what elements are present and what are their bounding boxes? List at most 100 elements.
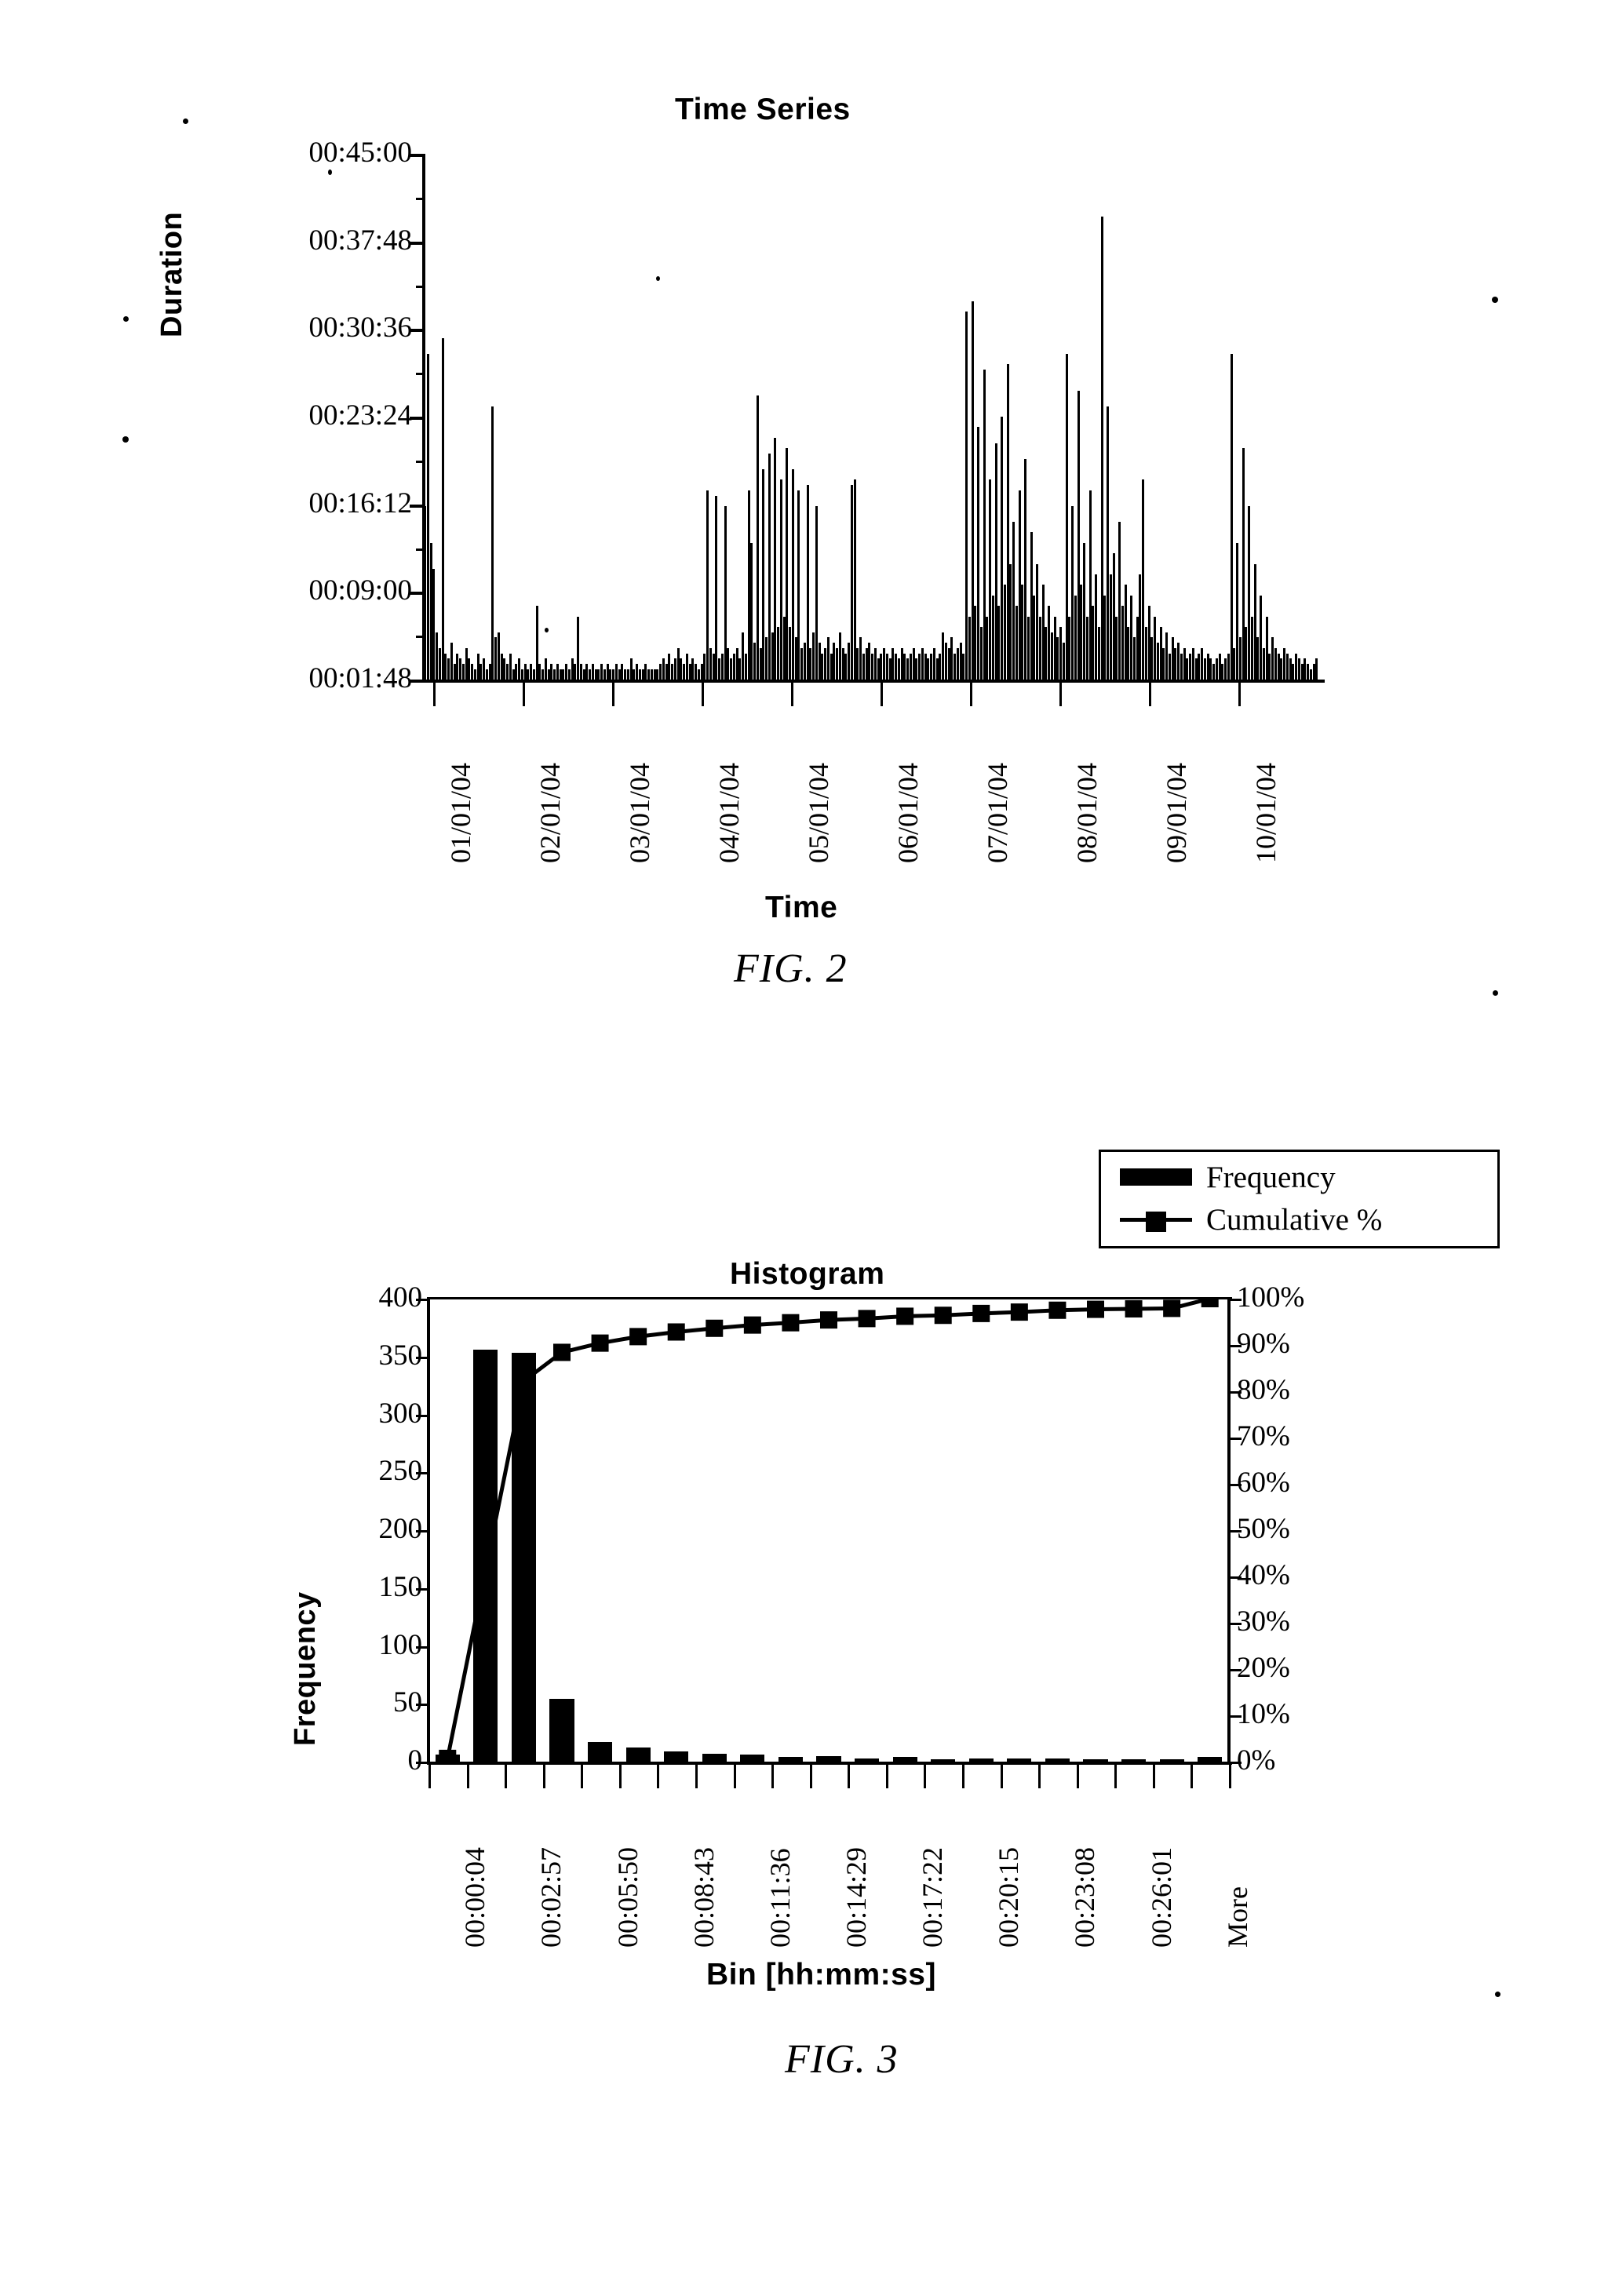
- y-right-tick-label: 80%: [1237, 1374, 1290, 1406]
- time-series-bar: [1256, 637, 1260, 680]
- scan-speck: [545, 628, 549, 632]
- time-series-bar: [582, 669, 585, 680]
- scan-speck: [1493, 990, 1498, 996]
- time-series-bar: [956, 647, 959, 680]
- time-series-bar: [606, 663, 609, 680]
- time-series-bar: [497, 632, 500, 680]
- cumulative-marker: [553, 1343, 571, 1361]
- time-series-bar: [935, 658, 939, 680]
- x-tick-mark: [1152, 1765, 1155, 1788]
- x-tick-mark: [1229, 1765, 1231, 1788]
- time-series-bar: [826, 637, 830, 680]
- time-series-bar: [473, 669, 476, 680]
- cumulative-marker: [667, 1323, 685, 1341]
- time-series-bar: [727, 647, 730, 680]
- time-series-bar: [1103, 595, 1107, 680]
- time-series-bar: [1077, 390, 1080, 680]
- chart-title-time-series: Time Series: [675, 93, 851, 126]
- figure-caption-2: FIG. 2: [734, 946, 848, 991]
- x-tick-label: 08/01/04: [1070, 762, 1103, 863]
- time-series-bar: [1062, 643, 1065, 680]
- time-series-bar: [1124, 585, 1127, 680]
- scan-speck: [122, 436, 129, 443]
- time-series-bar: [800, 647, 804, 680]
- y-left-tick-label: 50: [393, 1686, 422, 1719]
- scan-speck: [123, 316, 129, 322]
- time-series-bar: [715, 495, 718, 680]
- time-series-bar: [535, 606, 538, 680]
- time-series-bar: [695, 663, 698, 680]
- y-right-tick-mark: [1229, 1715, 1242, 1718]
- time-series-bar: [1186, 658, 1189, 680]
- time-series-bar: [1168, 653, 1171, 680]
- time-series-bar: [1250, 616, 1253, 680]
- cumulative-marker: [972, 1304, 990, 1322]
- time-series-bar: [747, 490, 750, 680]
- y-right-tick-label: 70%: [1237, 1420, 1290, 1452]
- histogram-bar: [1198, 1757, 1223, 1762]
- time-series-bar: [768, 453, 771, 680]
- time-series-bar: [603, 669, 606, 680]
- time-series-bar: [1206, 653, 1209, 680]
- time-series-bar: [735, 647, 738, 680]
- time-series-bar: [1142, 479, 1145, 680]
- time-series-bar: [906, 658, 910, 680]
- y-left-tick-mark: [416, 1299, 428, 1301]
- plot-area-time-series: [424, 154, 1318, 680]
- x-axis-label-bin: Bin [hh:mm:ss]: [706, 1958, 936, 1992]
- y-left-tick-mark: [416, 1704, 428, 1707]
- y-left-tick-label: 150: [378, 1570, 423, 1603]
- time-series-bar: [671, 663, 674, 680]
- time-series-bar: [818, 643, 821, 680]
- time-series-bar: [683, 663, 686, 680]
- time-series-bar: [612, 669, 615, 680]
- x-tick-label: 00:20:15: [993, 1846, 1025, 1948]
- histogram-bar: [1159, 1759, 1184, 1762]
- time-series-bar: [553, 669, 556, 680]
- time-series-bar: [724, 505, 727, 680]
- time-series-bar: [523, 663, 527, 680]
- histogram-bar: [816, 1755, 841, 1762]
- x-tick-mark: [581, 1765, 584, 1788]
- y-tick-mark: [410, 329, 424, 333]
- y-tick-label: 00:01:48: [308, 662, 412, 694]
- time-series-bar: [932, 647, 935, 680]
- y-right-tick-label: 90%: [1237, 1328, 1290, 1360]
- time-series-bar: [485, 669, 488, 680]
- x-tick-label: 00:00:04: [459, 1846, 491, 1948]
- time-series-bar: [888, 658, 892, 680]
- time-series-bar: [509, 653, 512, 680]
- time-series-bar: [1026, 616, 1030, 680]
- time-series-bar: [1224, 658, 1227, 680]
- histogram-bar: [549, 1699, 574, 1762]
- time-series-bar: [838, 632, 841, 680]
- time-series-bar: [697, 669, 700, 680]
- cumulative-marker: [1163, 1299, 1181, 1317]
- time-series-bar: [912, 647, 915, 680]
- x-tick-mark: [1038, 1765, 1041, 1788]
- x-tick-mark: [618, 1765, 622, 1788]
- time-series-bar: [897, 658, 900, 680]
- time-series-bar: [791, 469, 794, 680]
- time-series-bar: [944, 643, 947, 680]
- time-series-bar: [638, 669, 641, 680]
- time-series-bar: [883, 647, 886, 680]
- time-series-bar: [538, 663, 541, 680]
- time-series-bar: [626, 669, 629, 680]
- time-series-bar: [1262, 647, 1265, 680]
- time-series-bar: [1083, 542, 1086, 680]
- time-series-bar: [1285, 653, 1289, 680]
- cumulative-polyline: [445, 1299, 1211, 1759]
- time-series-bar: [629, 658, 633, 680]
- time-series-bar: [488, 663, 491, 680]
- time-series-bar: [962, 653, 965, 680]
- y-right-tick-label: 100%: [1237, 1281, 1305, 1314]
- time-series-bar: [1154, 616, 1157, 680]
- time-series-bar: [1068, 616, 1071, 680]
- time-series-bar: [1194, 658, 1198, 680]
- time-series-bar: [750, 542, 753, 680]
- time-series-bar: [641, 669, 644, 680]
- time-series-bar: [636, 663, 639, 680]
- histogram-bar: [588, 1741, 613, 1762]
- x-tick-label: 00:08:43: [687, 1846, 720, 1948]
